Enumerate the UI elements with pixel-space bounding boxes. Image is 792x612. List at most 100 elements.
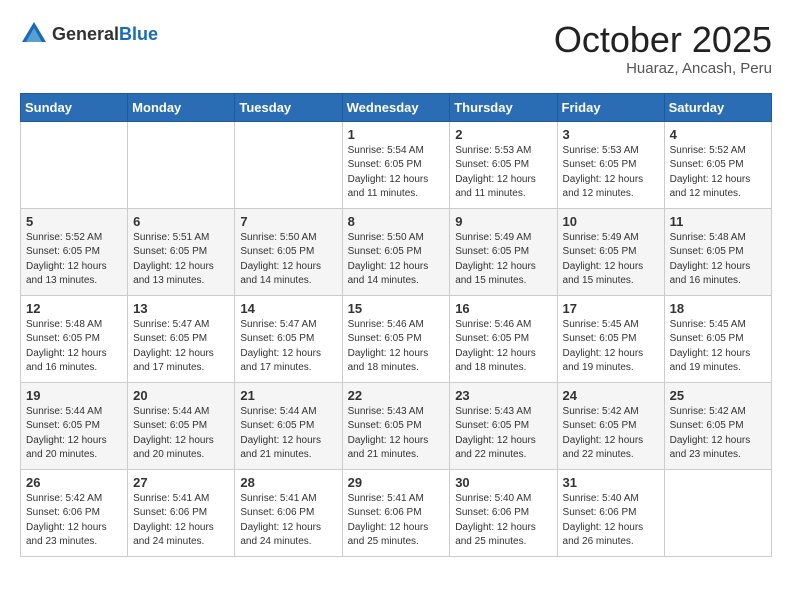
day-info: Sunrise: 5:48 AM Sunset: 6:05 PM Dayligh…	[670, 231, 766, 289]
day-number: 12	[26, 301, 122, 316]
logo-text-general: General	[52, 24, 119, 44]
day-info: Sunrise: 5:53 AM Sunset: 6:05 PM Dayligh…	[563, 144, 659, 202]
day-info: Sunrise: 5:42 AM Sunset: 6:06 PM Dayligh…	[26, 492, 122, 550]
day-cell: 28Sunrise: 5:41 AM Sunset: 6:06 PM Dayli…	[235, 469, 342, 556]
day-number: 4	[670, 127, 766, 142]
day-cell: 5 Sunrise: 5:52 AM Sunset: 6:05 PM Daylig…	[21, 208, 128, 295]
week-row-3: 12 Sunrise: 5:48 AM Sunset: 6:05 PM Dayli…	[21, 295, 772, 382]
weekday-header-sunday: Sunday	[21, 93, 128, 121]
logo-icon	[20, 20, 48, 48]
day-cell: 7 Sunrise: 5:50 AM Sunset: 6:05 PM Daylig…	[235, 208, 342, 295]
day-cell: 30 Sunrise: 5:40 AM Sunset: 6:06 PM Dayli…	[450, 469, 557, 556]
day-cell: 16 Sunrise: 5:46 AM Sunset: 6:05 PM Dayli…	[450, 295, 557, 382]
day-info: Sunrise: 5:49 AM Sunset: 6:05 PM Dayligh…	[455, 231, 551, 289]
week-row-2: 5 Sunrise: 5:52 AM Sunset: 6:05 PM Daylig…	[21, 208, 772, 295]
day-cell: 27 Sunrise: 5:41 AM Sunset: 6:06 PM Dayli…	[128, 469, 235, 556]
day-info: Sunrise: 5:44 AM Sunset: 6:05 PM Dayligh…	[240, 405, 336, 463]
day-number: 9	[455, 214, 551, 229]
day-info: Sunrise: 5:52 AM Sunset: 6:05 PM Dayligh…	[670, 144, 766, 202]
weekday-header-wednesday: Wednesday	[342, 93, 450, 121]
day-number: 2	[455, 127, 551, 142]
day-number: 8	[348, 214, 445, 229]
day-cell: 14Sunrise: 5:47 AM Sunset: 6:05 PM Dayli…	[235, 295, 342, 382]
day-number: 3	[563, 127, 659, 142]
day-info: Sunrise: 5:41 AM Sunset: 6:06 PM Dayligh…	[133, 492, 229, 550]
day-number: 28	[240, 475, 336, 490]
day-number: 26	[26, 475, 122, 490]
day-cell: 4 Sunrise: 5:52 AM Sunset: 6:05 PM Daylig…	[664, 121, 771, 208]
day-info: Sunrise: 5:42 AM Sunset: 6:05 PM Dayligh…	[670, 405, 766, 463]
day-cell: 17Sunrise: 5:45 AM Sunset: 6:05 PM Dayli…	[557, 295, 664, 382]
week-row-5: 26 Sunrise: 5:42 AM Sunset: 6:06 PM Dayli…	[21, 469, 772, 556]
day-cell: 12 Sunrise: 5:48 AM Sunset: 6:05 PM Dayli…	[21, 295, 128, 382]
week-row-4: 19 Sunrise: 5:44 AM Sunset: 6:05 PM Dayli…	[21, 382, 772, 469]
day-info: Sunrise: 5:45 AM Sunset: 6:05 PM Dayligh…	[670, 318, 766, 376]
day-number: 5	[26, 214, 122, 229]
day-cell	[235, 121, 342, 208]
day-cell: 15 Sunrise: 5:46 AM Sunset: 6:05 PM Dayli…	[342, 295, 450, 382]
day-info: Sunrise: 5:50 AM Sunset: 6:05 PM Dayligh…	[348, 231, 445, 289]
day-cell: 21 Sunrise: 5:44 AM Sunset: 6:05 PM Dayli…	[235, 382, 342, 469]
day-info: Sunrise: 5:52 AM Sunset: 6:05 PM Dayligh…	[26, 231, 122, 289]
day-info: Sunrise: 5:43 AM Sunset: 6:05 PM Dayligh…	[455, 405, 551, 463]
day-info: Sunrise: 5:53 AM Sunset: 6:05 PM Dayligh…	[455, 144, 551, 202]
day-cell: 24 Sunrise: 5:42 AM Sunset: 6:05 PM Dayli…	[557, 382, 664, 469]
weekday-header-tuesday: Tuesday	[235, 93, 342, 121]
day-cell: 11Sunrise: 5:48 AM Sunset: 6:05 PM Dayli…	[664, 208, 771, 295]
day-info: Sunrise: 5:47 AM Sunset: 6:05 PM Dayligh…	[133, 318, 229, 376]
day-cell: 13Sunrise: 5:47 AM Sunset: 6:05 PM Dayli…	[128, 295, 235, 382]
page-header: GeneralBlue October 2025 Huaraz, Ancash,…	[20, 20, 772, 77]
day-number: 20	[133, 388, 229, 403]
day-cell	[664, 469, 771, 556]
day-cell: 26 Sunrise: 5:42 AM Sunset: 6:06 PM Dayli…	[21, 469, 128, 556]
day-cell: 1 Sunrise: 5:54 AM Sunset: 6:05 PM Daylig…	[342, 121, 450, 208]
day-cell: 18 Sunrise: 5:45 AM Sunset: 6:05 PM Dayli…	[664, 295, 771, 382]
day-cell: 2 Sunrise: 5:53 AM Sunset: 6:05 PM Daylig…	[450, 121, 557, 208]
day-info: Sunrise: 5:50 AM Sunset: 6:05 PM Dayligh…	[240, 231, 336, 289]
day-cell: 3 Sunrise: 5:53 AM Sunset: 6:05 PM Daylig…	[557, 121, 664, 208]
day-cell: 20 Sunrise: 5:44 AM Sunset: 6:05 PM Dayli…	[128, 382, 235, 469]
day-cell: 23Sunrise: 5:43 AM Sunset: 6:05 PM Dayli…	[450, 382, 557, 469]
day-cell	[128, 121, 235, 208]
day-number: 24	[563, 388, 659, 403]
day-number: 15	[348, 301, 445, 316]
day-number: 7	[240, 214, 336, 229]
day-info: Sunrise: 5:40 AM Sunset: 6:06 PM Dayligh…	[455, 492, 551, 550]
day-number: 18	[670, 301, 766, 316]
logo: GeneralBlue	[20, 20, 158, 48]
weekday-header-saturday: Saturday	[664, 93, 771, 121]
day-number: 1	[348, 127, 445, 142]
day-info: Sunrise: 5:46 AM Sunset: 6:05 PM Dayligh…	[348, 318, 445, 376]
day-cell: 22 Sunrise: 5:43 AM Sunset: 6:05 PM Dayli…	[342, 382, 450, 469]
day-info: Sunrise: 5:46 AM Sunset: 6:05 PM Dayligh…	[455, 318, 551, 376]
day-number: 30	[455, 475, 551, 490]
day-info: Sunrise: 5:48 AM Sunset: 6:05 PM Dayligh…	[26, 318, 122, 376]
day-number: 19	[26, 388, 122, 403]
day-cell: 10Sunrise: 5:49 AM Sunset: 6:05 PM Dayli…	[557, 208, 664, 295]
day-number: 17	[563, 301, 659, 316]
day-number: 6	[133, 214, 229, 229]
day-number: 27	[133, 475, 229, 490]
day-info: Sunrise: 5:44 AM Sunset: 6:05 PM Dayligh…	[26, 405, 122, 463]
day-number: 21	[240, 388, 336, 403]
logo-text-blue: Blue	[119, 24, 158, 44]
day-info: Sunrise: 5:41 AM Sunset: 6:06 PM Dayligh…	[348, 492, 445, 550]
day-info: Sunrise: 5:54 AM Sunset: 6:05 PM Dayligh…	[348, 144, 445, 202]
day-number: 31	[563, 475, 659, 490]
day-info: Sunrise: 5:51 AM Sunset: 6:05 PM Dayligh…	[133, 231, 229, 289]
day-info: Sunrise: 5:40 AM Sunset: 6:06 PM Dayligh…	[563, 492, 659, 550]
day-number: 29	[348, 475, 445, 490]
day-info: Sunrise: 5:42 AM Sunset: 6:05 PM Dayligh…	[563, 405, 659, 463]
day-cell: 29 Sunrise: 5:41 AM Sunset: 6:06 PM Dayli…	[342, 469, 450, 556]
location-title: Huaraz, Ancash, Peru	[554, 60, 772, 77]
day-number: 25	[670, 388, 766, 403]
day-cell: 6 Sunrise: 5:51 AM Sunset: 6:05 PM Daylig…	[128, 208, 235, 295]
weekday-header-friday: Friday	[557, 93, 664, 121]
day-info: Sunrise: 5:43 AM Sunset: 6:05 PM Dayligh…	[348, 405, 445, 463]
day-number: 22	[348, 388, 445, 403]
month-title: October 2025	[554, 20, 772, 60]
day-info: Sunrise: 5:44 AM Sunset: 6:05 PM Dayligh…	[133, 405, 229, 463]
day-cell: 9 Sunrise: 5:49 AM Sunset: 6:05 PM Daylig…	[450, 208, 557, 295]
day-number: 16	[455, 301, 551, 316]
week-row-1: 1 Sunrise: 5:54 AM Sunset: 6:05 PM Daylig…	[21, 121, 772, 208]
